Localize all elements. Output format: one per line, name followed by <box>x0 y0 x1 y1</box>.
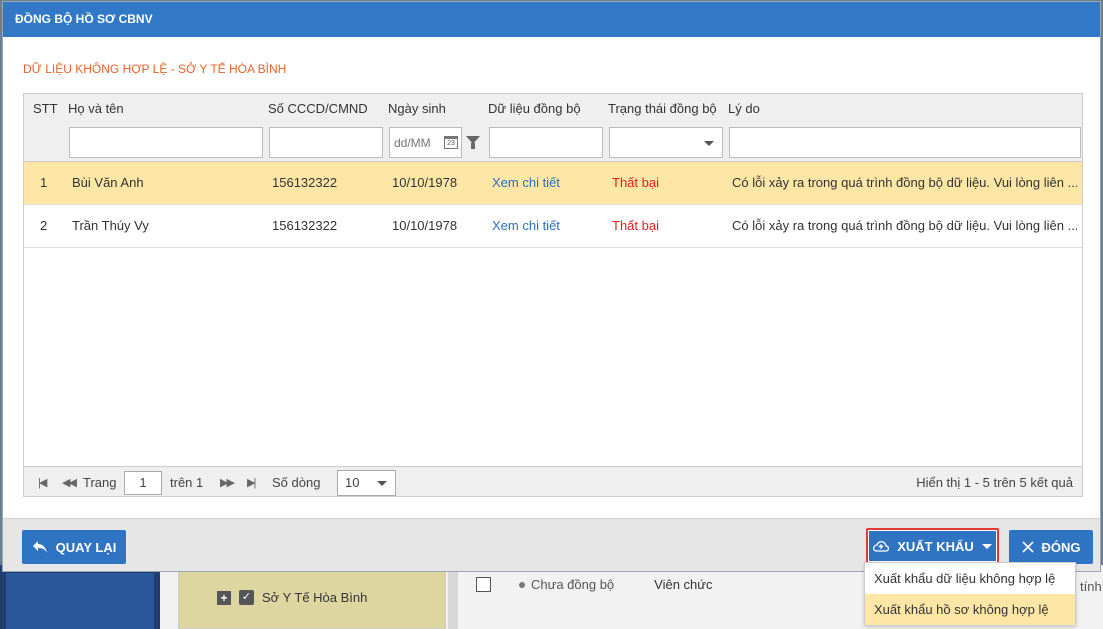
menu-item-export-invalid-profiles[interactable]: Xuất khẩu hồ sơ không hợp lệ <box>865 594 1075 625</box>
employee-type: Viên chức <box>654 577 713 592</box>
back-button-label: QUAY LẠI <box>55 539 117 555</box>
back-arrow-icon <box>32 541 47 553</box>
status-failed: Thất bại <box>612 218 659 233</box>
cell-stt: 1 <box>40 175 48 190</box>
cell-dob: 10/10/1978 <box>392 218 458 233</box>
cell-id: 156132322 <box>272 175 338 190</box>
calendar-icon[interactable]: 23 <box>444 136 458 149</box>
col-name[interactable]: Họ và tên <box>68 101 124 116</box>
next-page-icon[interactable]: ▶▶ <box>220 476 235 489</box>
export-button-label: XUẤT KHẨU <box>897 538 974 554</box>
status-dot-icon <box>519 581 525 588</box>
cell-dob: 10/10/1978 <box>392 175 458 190</box>
cell-name: Bùi Văn Anh <box>72 175 144 190</box>
sync-status: Chưa đồng bộ <box>531 577 615 592</box>
background-scrollbar[interactable] <box>448 565 458 629</box>
view-detail-link[interactable]: Xem chi tiết <box>492 218 560 233</box>
background-text: tính <box>1080 579 1102 594</box>
pager-summary: Hiển thị 1 - 5 trên 5 kết quả <box>916 475 1073 490</box>
filter-icon-stem <box>471 143 475 149</box>
cell-id: 156132322 <box>272 218 338 233</box>
sync-dialog: ĐỒNG BỘ HỒ SƠ CBNV DỮ LIỆU KHÔNG HỢP LỆ … <box>2 1 1101 572</box>
filter-name-input[interactable] <box>70 128 262 157</box>
rows-label: Số dòng <box>272 475 321 490</box>
cell-stt: 2 <box>40 218 48 233</box>
col-dob[interactable]: Ngày sinh <box>388 101 446 116</box>
dialog-title: ĐỒNG BỘ HỒ SƠ CBNV <box>3 2 1100 37</box>
export-cloud-icon <box>873 540 890 552</box>
filter-id[interactable] <box>269 127 383 158</box>
section-title: DỮ LIỆU KHÔNG HỢP LỆ - SỞ Y TẾ HÒA BÌNH <box>23 62 287 76</box>
export-button[interactable]: XUẤT KHẨU <box>866 528 999 564</box>
tree-item-label: Sở Y Tế Hòa Bình <box>262 590 368 605</box>
chevron-down-icon <box>704 141 714 146</box>
background-sidebar <box>0 565 160 629</box>
filter-id-input[interactable] <box>270 128 382 157</box>
col-sync-status[interactable]: Trạng thái đồng bộ <box>608 101 717 116</box>
cell-name: Trần Thúy Vy <box>72 218 149 233</box>
first-page-icon[interactable]: |◀ <box>38 476 47 489</box>
rows-per-page-value: 10 <box>345 475 360 490</box>
page-total: trên 1 <box>170 475 204 490</box>
invalid-data-grid: STT Họ và tên Số CCCD/CMND Ngày sinh Dữ … <box>23 93 1083 497</box>
filter-reason-input[interactable] <box>730 128 1080 157</box>
pager: |◀ ◀◀ Trang 1 trên 1 ▶▶ ▶| Số dòng 10 Hi… <box>24 466 1082 496</box>
cell-reason: Có lỗi xảy ra trong quá trình đồng bộ dữ… <box>732 218 1077 233</box>
filter-name[interactable] <box>69 127 263 158</box>
col-reason[interactable]: Lý do <box>728 101 760 116</box>
export-menu: Xuất khẩu dữ liệu không hợp lệ Xuất khẩu… <box>864 562 1076 625</box>
table-row[interactable]: 1 Bùi Văn Anh 156132322 10/10/1978 Xem c… <box>24 162 1082 205</box>
page-label: Trang <box>83 475 117 490</box>
grid-header: STT Họ và tên Số CCCD/CMND Ngày sinh Dữ … <box>24 94 1082 162</box>
row-checkbox[interactable] <box>476 577 491 592</box>
page-input[interactable]: 1 <box>124 471 162 495</box>
cell-reason: Có lỗi xảy ra trong quá trình đồng bộ dữ… <box>732 175 1077 190</box>
view-detail-link[interactable]: Xem chi tiết <box>492 175 560 190</box>
rows-per-page-select[interactable]: 10 <box>337 470 396 496</box>
background-tree-item[interactable]: + ✓ Sở Y Tế Hòa Bình <box>217 590 367 605</box>
filter-sync-status[interactable] <box>609 127 723 158</box>
col-stt[interactable]: STT <box>33 101 58 116</box>
close-button-label: ĐÓNG <box>1041 539 1081 555</box>
chevron-down-icon <box>377 481 387 486</box>
filter-sync-data-input[interactable] <box>490 128 602 157</box>
filter-dob[interactable]: 23 <box>389 127 462 158</box>
background-tree-panel: + ✓ Sở Y Tế Hòa Bình <box>178 565 446 629</box>
menu-item-export-invalid-data[interactable]: Xuất khẩu dữ liệu không hợp lệ <box>865 563 1075 594</box>
table-row[interactable]: 2 Trần Thúy Vy 156132322 10/10/1978 Xem … <box>24 205 1082 248</box>
back-button[interactable]: QUAY LẠI <box>22 530 126 564</box>
background-table-row[interactable]: Chưa đồng bộ Viên chức <box>476 577 713 592</box>
last-page-icon[interactable]: ▶| <box>247 476 256 489</box>
prev-page-icon[interactable]: ◀◀ <box>62 476 77 489</box>
status-failed: Thất bại <box>612 175 659 190</box>
chevron-down-icon <box>981 543 992 549</box>
close-button[interactable]: ĐÓNG <box>1009 530 1093 564</box>
checkbox-checked-icon[interactable]: ✓ <box>239 590 254 605</box>
close-icon <box>1021 541 1034 553</box>
col-sync-data[interactable]: Dữ liệu đồng bộ <box>488 101 581 116</box>
expand-icon[interactable]: + <box>217 590 231 605</box>
col-id[interactable]: Số CCCD/CMND <box>268 101 368 116</box>
filter-sync-data[interactable] <box>489 127 603 158</box>
filter-reason[interactable] <box>729 127 1081 158</box>
